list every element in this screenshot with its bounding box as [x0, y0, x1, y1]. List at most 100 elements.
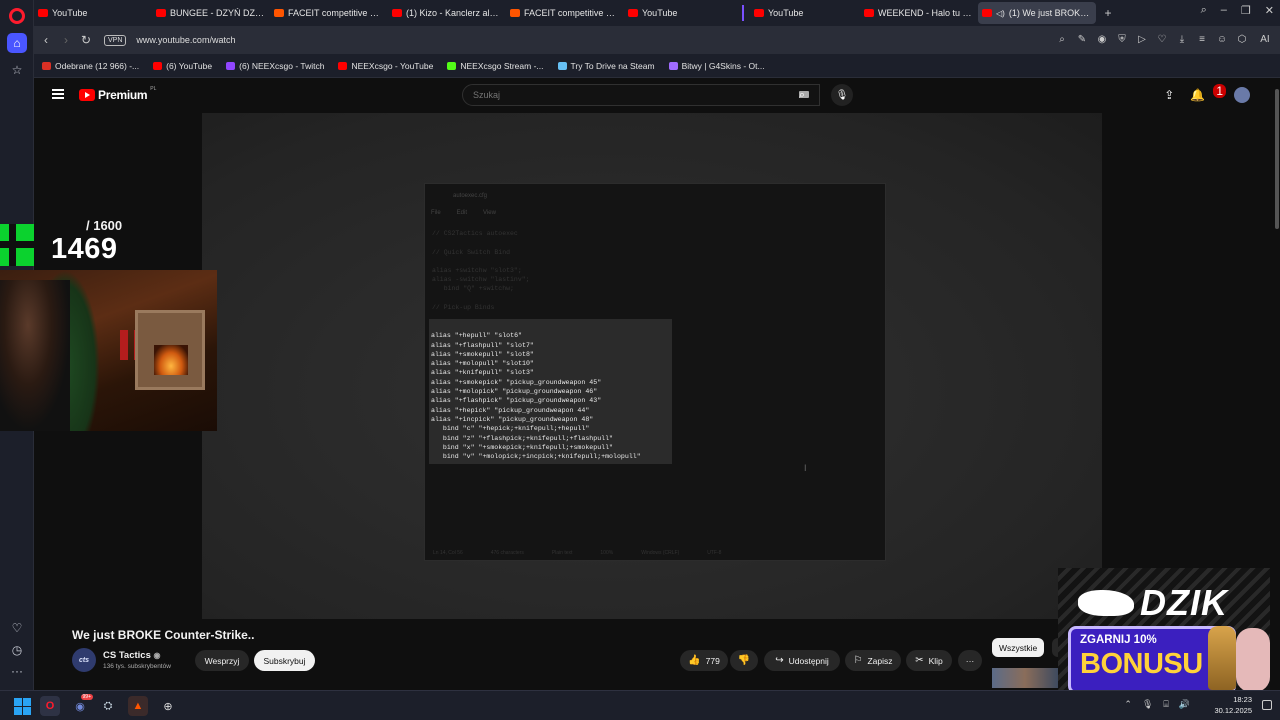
ad-brand: DZIK: [1140, 582, 1228, 623]
save-button[interactable]: ⚐ Zapisz: [845, 650, 901, 671]
code-line: bind "Q" +switchw;: [432, 285, 514, 292]
home-icon[interactable]: ⌂: [7, 33, 27, 53]
faceit-icon: [510, 9, 520, 17]
play-icon[interactable]: ▷: [1136, 30, 1148, 48]
chip-all[interactable]: Wszystkie: [992, 638, 1045, 657]
scissors-icon: ✂: [915, 655, 924, 666]
speaker-icon[interactable]: ◁): [996, 9, 1005, 18]
discord-taskbar-icon[interactable]: ◉ 99+: [70, 694, 93, 716]
bookmark-2[interactable]: (6) NEEXcsgo - Twitch: [226, 61, 324, 71]
minimize-icon[interactable]: –: [1221, 4, 1227, 17]
counter-logo: [0, 224, 34, 266]
code-line: // Pick-up Binds: [432, 304, 495, 311]
bookmark-6[interactable]: Bitwy | G4Skins - Ot...: [668, 61, 765, 71]
clip-button[interactable]: ✂ Klip: [906, 650, 952, 671]
profile-icon[interactable]: ☺: [1216, 30, 1228, 48]
notifications-icon[interactable]: 🔔 1: [1190, 84, 1226, 102]
new-tab-button[interactable]: +: [1100, 5, 1116, 21]
cs-taskbar-icon[interactable]: ⊕: [158, 696, 178, 716]
opera-taskbar-icon[interactable]: O: [40, 696, 60, 716]
shield-icon[interactable]: ⛨: [1116, 30, 1128, 48]
bookmark-3[interactable]: NEEXcsgo - YouTube: [338, 61, 433, 71]
ai-button[interactable]: AI: [1256, 30, 1274, 48]
clock[interactable]: 18:23 30.12.2025: [1214, 694, 1252, 716]
youtube-icon: [38, 9, 48, 17]
tray-chevron-icon[interactable]: ⌃: [1124, 699, 1132, 710]
volume-icon[interactable]: 🔊: [1179, 699, 1190, 710]
recommendation-thumbnail[interactable]: [992, 668, 1058, 688]
windows-start-icon[interactable]: [12, 696, 32, 716]
steam-taskbar-icon[interactable]: ⛭: [98, 696, 118, 716]
channel-name[interactable]: CS Tactics ◉: [103, 650, 161, 661]
tab-3[interactable]: (1) Kizo - Kanclerz ale to R: [388, 2, 506, 24]
bookmark-1[interactable]: (6) YouTube: [153, 61, 212, 71]
video-player[interactable]: autoexec.cfg File Edit View // CS2Tactic…: [202, 113, 1102, 619]
search-box: [462, 84, 820, 106]
hamburger-menu-icon[interactable]: [52, 89, 64, 99]
subscribe-button[interactable]: Subskrybuj: [254, 650, 315, 671]
youtube-premium-logo[interactable]: Premium PL: [79, 86, 156, 102]
scrollbar-thumb[interactable]: [1275, 89, 1279, 229]
download-icon[interactable]: ⤓: [1176, 30, 1188, 48]
reload-icon[interactable]: ↻: [76, 30, 96, 50]
support-button[interactable]: Wesprzyj: [195, 650, 249, 671]
tab-2[interactable]: FACEIT competitive match: [270, 2, 388, 24]
mascot-figure: [1236, 628, 1270, 692]
search-button[interactable]: ⌕: [792, 84, 812, 106]
forward-icon[interactable]: ›: [56, 30, 76, 50]
pinboard-icon[interactable]: ☆: [7, 60, 27, 80]
search-input[interactable]: [463, 85, 743, 105]
tab-7[interactable]: WEEKEND - Halo tu Londy: [860, 2, 978, 24]
heart-icon[interactable]: ♡: [7, 618, 27, 638]
extension-icon[interactable]: ⬡: [1236, 30, 1248, 48]
bookmark-4[interactable]: NEEXcsgo Stream -...: [447, 61, 544, 71]
microphone-icon[interactable]: 🎙: [1142, 699, 1153, 710]
page-scrollbar[interactable]: [1274, 79, 1280, 679]
subscriber-count: 136 tys. subskrybentów: [103, 663, 171, 670]
network-icon[interactable]: ⌸: [1163, 699, 1168, 710]
search-icon[interactable]: ⌕: [1056, 30, 1068, 48]
counter-value: 1469: [51, 233, 118, 265]
url-field[interactable]: www.youtube.com/watch: [136, 35, 235, 45]
faceit-taskbar-icon[interactable]: ▲: [128, 696, 148, 716]
channel-avatar[interactable]: cts: [72, 648, 96, 672]
heart-icon[interactable]: ♡: [1156, 30, 1168, 48]
tab-6[interactable]: YouTube: [742, 2, 860, 24]
text-cursor-icon: I: [804, 463, 807, 473]
tab-5[interactable]: YouTube: [624, 2, 742, 24]
tab-active[interactable]: ◁) (1) We just BROKE Co: [978, 2, 1096, 24]
vpn-badge[interactable]: VPN: [104, 34, 127, 46]
close-icon[interactable]: ✕: [1265, 4, 1274, 17]
maximize-icon[interactable]: ❐: [1241, 4, 1251, 17]
bookmark-5[interactable]: Try To Drive na Steam: [557, 61, 655, 71]
opera-logo[interactable]: [9, 8, 25, 24]
bookmark-0[interactable]: Odebrane (12 966) -...: [42, 61, 139, 71]
tab-4[interactable]: FACEIT competitive match: [506, 2, 624, 24]
more-actions-button[interactable]: ···: [958, 650, 982, 671]
like-button[interactable]: 👍 779: [680, 650, 728, 671]
steam-icon: [557, 61, 567, 70]
faceit-icon: [274, 9, 284, 17]
tab-0[interactable]: YouTube: [34, 2, 152, 24]
avatar[interactable]: [1234, 87, 1250, 103]
twitch-icon: [226, 61, 236, 70]
notification-center-icon[interactable]: [1262, 700, 1272, 710]
youtube-icon: [153, 61, 163, 70]
search-tabs-icon[interactable]: ⌕: [1201, 4, 1207, 17]
menu-icon[interactable]: ≡: [1196, 30, 1208, 48]
share-button[interactable]: ↪ Udostępnij: [764, 650, 840, 671]
dislike-button[interactable]: 👎: [730, 650, 758, 671]
microphone-icon[interactable]: 🎙: [831, 84, 853, 106]
system-tray: ⌃ 🎙 ⌸ 🔊: [1124, 699, 1190, 710]
history-icon[interactable]: ◷: [7, 640, 27, 660]
back-icon[interactable]: ‹: [36, 30, 56, 50]
trophy-figure: [1208, 626, 1236, 690]
youtube-icon: [982, 9, 992, 17]
camera-icon[interactable]: ◉: [1096, 30, 1108, 48]
tab-1[interactable]: BUNGEE - DZYŃ DZYŃ DZ: [152, 2, 270, 24]
code-line: // CS2Tactics autoexec: [432, 230, 518, 237]
more-icon[interactable]: ···: [7, 661, 27, 681]
edit-icon[interactable]: ✎: [1076, 30, 1088, 48]
upload-icon[interactable]: ⇪: [1164, 88, 1174, 102]
dzik-ad-overlay[interactable]: DZIK ZGARNIJ 10% BONUSU: [1058, 568, 1270, 696]
